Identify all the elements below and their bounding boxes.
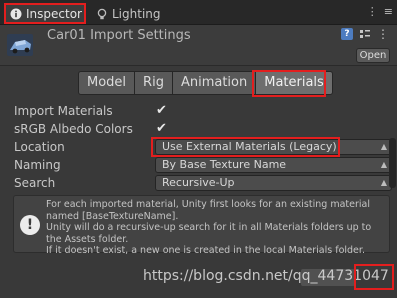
model-asset-icon [7,34,33,56]
tab-inspector-label: Inspector [26,6,82,21]
search-value: Recursive-Up [162,176,235,189]
srgb-albedo-checkbox[interactable]: ✔ [156,122,168,135]
row-search: Search Recursive-Up ▲ [14,174,394,192]
tab-model[interactable]: Model [78,71,136,95]
row-location: Location Use External Materials (Legacy)… [14,138,394,156]
scrollbar[interactable] [389,138,396,188]
tab-materials[interactable]: Materials [256,71,333,95]
preset-icon[interactable] [359,28,371,40]
location-label: Location [14,140,65,154]
import-settings-header: Car01 Import Settings ? ⋮ Open [0,25,397,66]
help-line: the Assets folder. [46,233,129,245]
search-dropdown[interactable]: Recursive-Up ▲ [155,175,392,191]
tab-lighting[interactable]: Lighting [96,3,166,24]
help-text: For each imported material, Unity first … [46,199,390,257]
open-button[interactable]: Open [356,48,390,63]
header-icons: ? ⋮ [341,28,389,40]
help-line: For each imported material, Unity first … [46,199,370,210]
help-line: Unity will do a recursive-up search for … [46,222,372,233]
dropdown-arrow-icon: ▲ [380,142,387,151]
help-line: If it doesn't exist, a new one is create… [46,245,365,256]
exclamation-icon: ! [20,215,40,235]
search-label: Search [14,176,56,190]
window-tab-bar: Inspector Lighting ⋮ ≡ [0,0,397,25]
tab-animation[interactable]: Animation [172,71,257,95]
bulb-icon [97,8,107,19]
srgb-albedo-label: sRGB Albedo Colors [14,122,133,136]
watermark-text: https://blog.csdn.net/qq_44731047 [143,268,389,284]
lock-icon[interactable]: ≡ [384,5,393,18]
help-line: named [BaseTextureName]. [46,210,179,222]
info-icon [10,8,22,19]
row-naming: Naming By Base Texture Name ▲ [14,156,394,174]
dropdown-arrow-icon: ▲ [380,178,387,187]
naming-dropdown[interactable]: By Base Texture Name ▲ [155,157,392,173]
header-title: Car01 Import Settings [47,28,191,43]
help-icon[interactable]: ? [341,28,353,40]
import-tab-strip: Model Rig Animation Materials [78,71,333,95]
naming-label: Naming [14,158,61,172]
kebab-icon[interactable]: ⋮ [367,5,378,18]
settings-icon[interactable]: ⋮ [377,28,389,40]
info-help-box: ! For each imported material, Unity firs… [13,195,390,256]
dropdown-arrow-icon: ▲ [380,160,387,169]
tab-rig[interactable]: Rig [135,71,173,95]
location-dropdown[interactable]: Use External Materials (Legacy) ▲ [155,139,392,155]
tab-inspector[interactable]: Inspector [6,3,84,24]
location-value: Use External Materials (Legacy) [162,140,337,153]
row-import-materials: Import Materials ✔ [14,102,394,120]
import-materials-label: Import Materials [14,104,113,118]
tab-actions: ⋮ ≡ [367,5,393,18]
row-srgb-albedo: sRGB Albedo Colors ✔ [14,120,394,138]
naming-value: By Base Texture Name [162,158,287,171]
import-materials-checkbox[interactable]: ✔ [156,104,168,117]
tab-lighting-label: Lighting [112,6,161,21]
